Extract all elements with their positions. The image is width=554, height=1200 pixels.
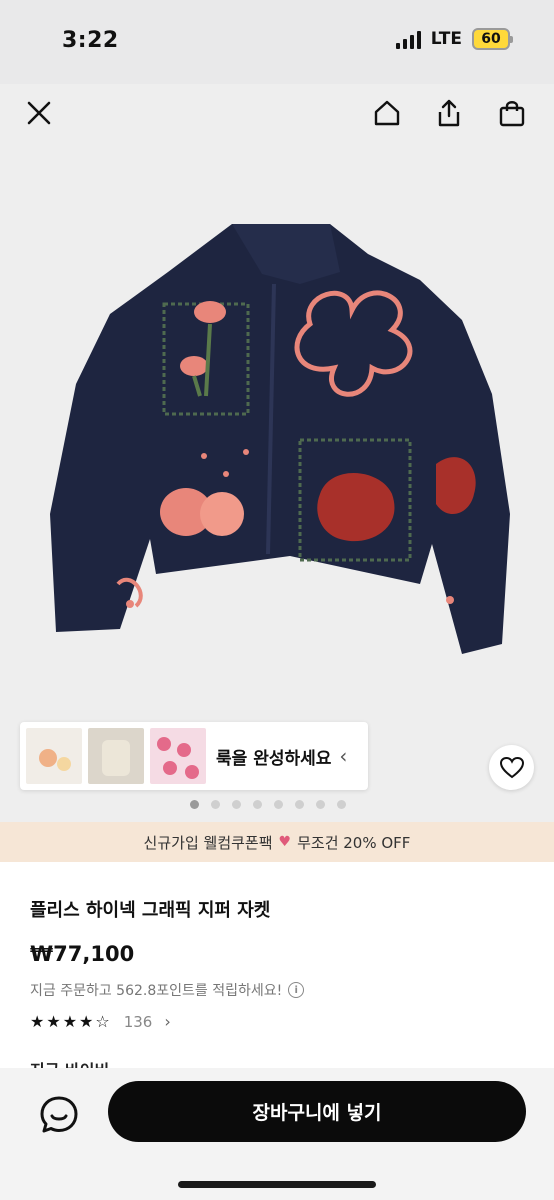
product-title: 플리스 하이넥 그래픽 지퍼 자켓 [30, 900, 271, 921]
heart-icon [499, 756, 524, 778]
promo-banner[interactable]: 신규가입 웰컴쿠폰팩 ♥ 무조건 20% OFF [0, 822, 554, 862]
signal-icon [395, 29, 421, 49]
product-info: 플리스 하이넥 그래픽 지퍼 자켓 ₩77,100 지금 주문하고 562.8포… [30, 896, 530, 1031]
star-icon: ★ [79, 1012, 94, 1031]
gallery-pagination [190, 800, 346, 809]
chat-button[interactable] [36, 1091, 82, 1137]
status-time: 3:22 [62, 28, 119, 53]
status-bar: 3:22 LTE 60 [0, 0, 554, 84]
battery-icon: 60 [472, 28, 513, 50]
pagination-dot[interactable] [253, 800, 262, 809]
home-indicator [178, 1181, 376, 1188]
pagination-dot[interactable] [337, 800, 346, 809]
wishlist-button[interactable] [489, 745, 534, 790]
star-icon: ★ [30, 1012, 45, 1031]
complete-the-look-strip[interactable]: 룩을 완성하세요 ‹ [20, 722, 368, 790]
product-price: ₩77,100 [30, 942, 135, 966]
close-icon[interactable] [24, 98, 54, 128]
status-indicators: LTE 60 [395, 28, 513, 50]
chevron-left-icon[interactable]: ‹ [339, 744, 347, 768]
complete-look-label: 룩을 완성하세요 [216, 748, 332, 769]
pagination-dot[interactable] [232, 800, 241, 809]
promo-left-text: 신규가입 웰컴쿠폰팩 [143, 833, 273, 852]
half-star-icon: ☆ [95, 1012, 110, 1031]
star-icon: ★ [62, 1012, 78, 1031]
pagination-dot[interactable] [295, 800, 304, 809]
rating-row[interactable]: ★ ★ ★ ★ ☆ 136 › [30, 1012, 530, 1031]
look-thumbnail-3[interactable] [150, 728, 206, 784]
product-image[interactable] [0, 84, 554, 822]
pagination-dot[interactable] [274, 800, 283, 809]
share-icon[interactable] [434, 98, 464, 128]
heart-gift-icon: ♥ [278, 834, 292, 850]
info-icon[interactable]: i [288, 982, 305, 998]
pagination-dot[interactable] [316, 800, 325, 809]
look-thumbnail-1[interactable] [26, 728, 82, 784]
look-thumbnail-2[interactable] [88, 728, 144, 784]
battery-level: 60 [481, 31, 501, 47]
points-info: 지금 주문하고 562.8포인트를 적립하세요! i [30, 980, 530, 1000]
points-text: 지금 주문하고 562.8포인트를 적립하세요! [30, 983, 283, 999]
chat-icon [40, 1096, 78, 1133]
pagination-dot[interactable] [211, 800, 220, 809]
review-count: 136 [123, 1012, 153, 1031]
star-icon: ★ [46, 1012, 61, 1031]
add-to-cart-button[interactable]: 장바구니에 넣기 [108, 1081, 526, 1142]
network-label: LTE [430, 29, 462, 49]
chevron-right-icon: › [164, 1012, 171, 1031]
jacket-illustration [50, 224, 510, 654]
promo-right-text: 무조건 20% OFF [297, 833, 411, 852]
bag-icon[interactable] [497, 98, 527, 128]
pagination-dot[interactable] [190, 800, 199, 809]
home-icon[interactable] [372, 98, 402, 128]
